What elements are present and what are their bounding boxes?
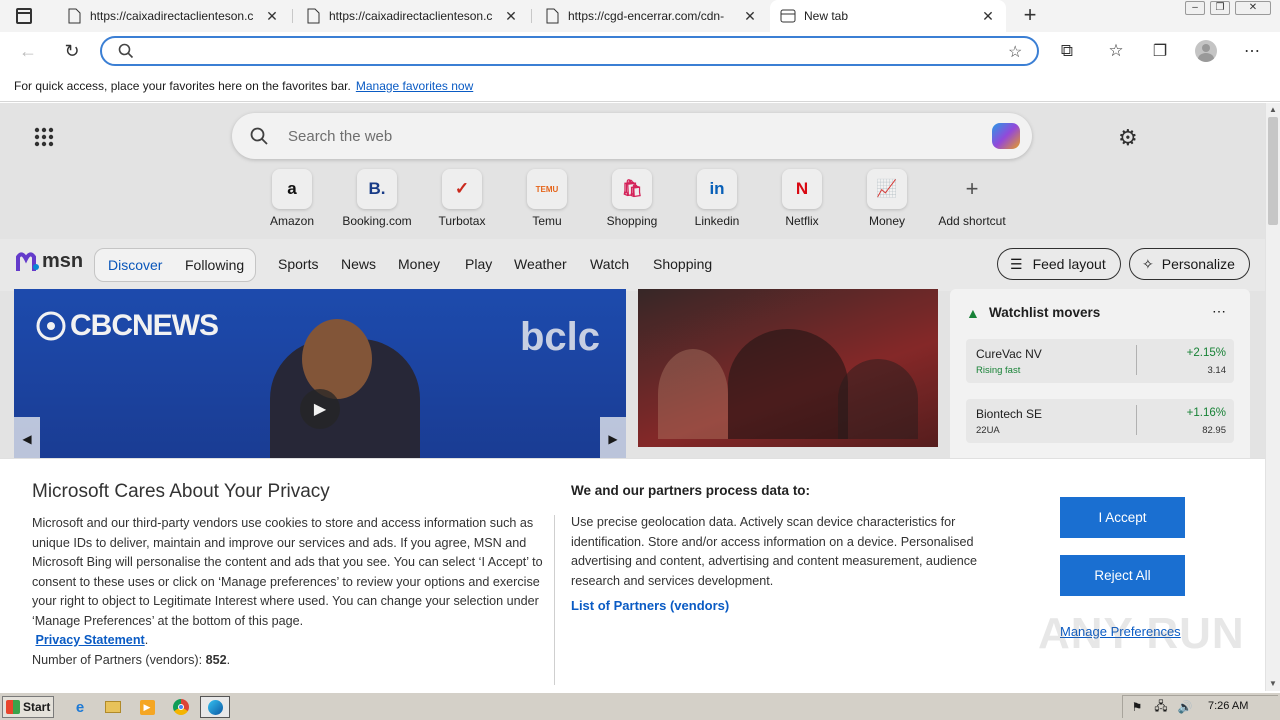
tab-title: https://cgd-encerrar.com/cdn-: [568, 9, 725, 23]
close-icon[interactable]: ✕: [264, 8, 280, 25]
favorites-icon[interactable]: ☆: [1104, 39, 1128, 63]
page-icon: [66, 8, 82, 24]
new-tab-button[interactable]: +: [1018, 4, 1042, 28]
privacy-statement-link[interactable]: Privacy Statement: [36, 633, 145, 647]
collections-icon[interactable]: ❐: [1148, 39, 1172, 63]
browser-tab-active[interactable]: New tab ✕: [770, 0, 1006, 32]
privacy-title: Microsoft Cares About Your Privacy: [32, 481, 330, 502]
browser-tab[interactable]: https://caixadirectaclienteson.c ✕: [56, 0, 290, 32]
scrollbar-thumb[interactable]: [1268, 117, 1278, 225]
add-favorite-icon[interactable]: ☆: [1008, 42, 1022, 62]
banner-divider: [554, 515, 555, 685]
privacy-consent-banner: Microsoft Cares About Your Privacy Micro…: [0, 458, 1265, 691]
page-dim-overlay: [0, 103, 1265, 458]
purpose-text: Use precise geolocation data. Actively s…: [571, 515, 978, 588]
partners-list-link[interactable]: List of Partners (vendors): [571, 598, 729, 613]
tab-title: New tab: [804, 9, 849, 23]
taskbar: Start e ▶ ⚑ 🖧 🔊 7:26 AM: [0, 692, 1280, 720]
purpose-title: We and our partners process data to:: [571, 483, 811, 498]
privacy-body: Microsoft and our third-party vendors us…: [32, 516, 543, 667]
favorites-bar-message: For quick access, place your favorites h…: [14, 78, 351, 93]
address-bar[interactable]: ☆: [100, 36, 1039, 66]
accept-button[interactable]: I Accept: [1060, 497, 1185, 538]
page-icon: [305, 8, 321, 24]
page-icon: [544, 8, 560, 24]
maximize-button[interactable]: ❐: [1210, 1, 1230, 15]
refresh-icon[interactable]: ↻: [60, 39, 84, 63]
address-input[interactable]: [142, 41, 992, 61]
volume-icon[interactable]: 🔊: [1175, 697, 1195, 717]
close-icon[interactable]: ✕: [980, 8, 996, 25]
tab-actions-icon[interactable]: [16, 8, 32, 24]
minimize-button[interactable]: –: [1185, 1, 1205, 15]
chrome-icon[interactable]: [171, 697, 191, 717]
ie-icon[interactable]: e: [70, 697, 90, 717]
edge-icon[interactable]: [200, 696, 230, 718]
tab-title: https://caixadirectaclienteson.c: [329, 9, 493, 23]
tab-strip: https://caixadirectaclienteson.c ✕ https…: [0, 0, 1280, 32]
tab-title: https://caixadirectaclienteson.c: [90, 9, 254, 23]
search-icon: [118, 43, 134, 62]
profile-avatar[interactable]: [1194, 39, 1218, 63]
more-options-icon[interactable]: ⋯: [1240, 39, 1264, 63]
close-icon[interactable]: ✕: [742, 8, 758, 25]
browser-toolbar: ← ↻ ☆ ⧉ ☆ ❐ ⋯: [0, 32, 1280, 70]
close-window-button[interactable]: ✕: [1235, 1, 1271, 15]
folder-icon[interactable]: [103, 697, 123, 717]
flag-icon[interactable]: ⚑: [1127, 697, 1147, 717]
back-icon[interactable]: ←: [16, 39, 40, 63]
network-icon[interactable]: 🖧: [1151, 697, 1171, 717]
close-icon[interactable]: ✕: [503, 8, 519, 25]
favorites-bar: For quick access, place your favorites h…: [0, 70, 1280, 102]
page-scrollbar[interactable]: ▲ ▼: [1265, 103, 1280, 691]
manage-favorites-link[interactable]: Manage favorites now: [356, 79, 473, 93]
reject-all-button[interactable]: Reject All: [1060, 555, 1185, 596]
browser-tab[interactable]: https://cgd-encerrar.com/cdn- ✕: [534, 0, 768, 32]
newtab-icon: [780, 8, 796, 24]
clock: 7:26 AM: [1208, 700, 1249, 712]
browser-tab[interactable]: https://caixadirectaclienteson.c ✕: [295, 0, 529, 32]
start-button[interactable]: Start: [2, 696, 54, 718]
media-player-icon[interactable]: ▶: [137, 697, 157, 717]
extensions-icon[interactable]: ⧉: [1055, 39, 1079, 63]
anyrun-watermark: ANY RUN: [1038, 609, 1245, 658]
windows-logo-icon: [6, 700, 20, 714]
